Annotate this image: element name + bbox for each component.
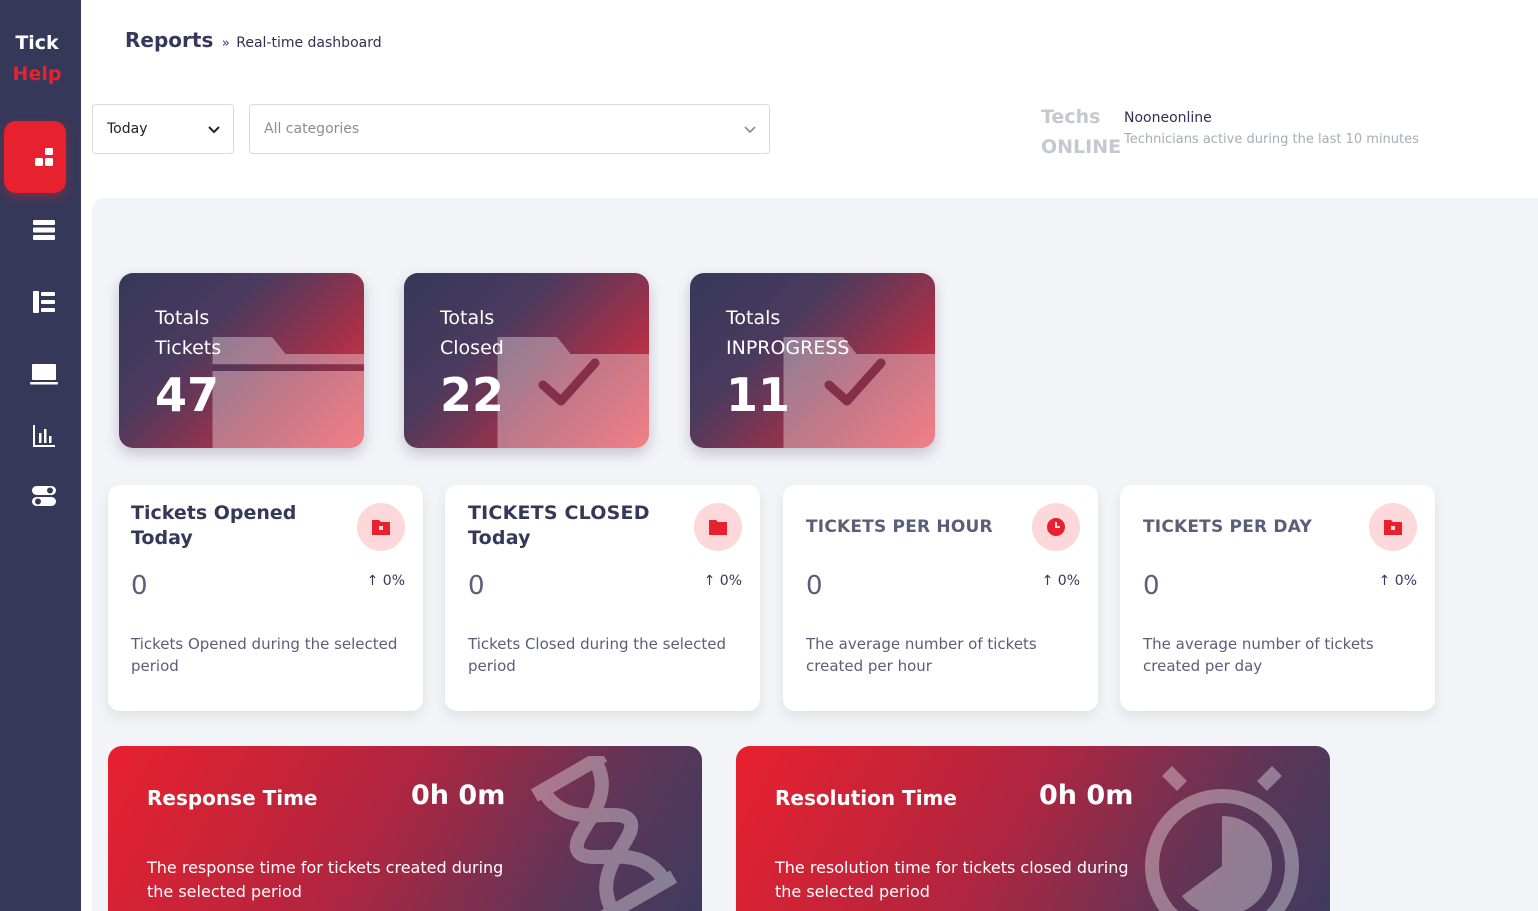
stat-change-value: 0%: [1057, 573, 1080, 589]
chevron-down-icon: [208, 126, 220, 134]
time-label: Response Time: [147, 786, 318, 810]
bar-chart-icon: [33, 425, 55, 447]
time-label: Resolution Time: [775, 786, 957, 810]
hourglass-icon: [530, 756, 678, 911]
stat-change: ↑ 0%: [703, 573, 742, 589]
breadcrumb: Reports » Real-time dashboard: [125, 28, 382, 52]
totals-label-line1: Totals: [440, 307, 495, 329]
stat-value: 0: [468, 571, 485, 601]
stat-card-per-hour[interactable]: TICKETS PER HOUR 0 ↑ 0% The average numb…: [783, 485, 1098, 711]
totals-inprogress-card[interactable]: Totals INPROGRESS 11: [690, 273, 935, 448]
techs-title-line1: Techs: [1041, 106, 1101, 128]
stat-change: ↑ 0%: [1378, 573, 1417, 589]
stopwatch-icon: [1145, 766, 1299, 911]
sidebar-item-devices[interactable]: [28, 358, 60, 390]
totals-label-line1: Totals: [726, 307, 781, 329]
logo-help: Help: [12, 63, 62, 85]
sidebar-item-settings[interactable]: [28, 480, 60, 512]
period-select[interactable]: Today: [92, 104, 234, 154]
dashboard-icon: [32, 145, 56, 173]
stat-title: Tickets Opened Today: [131, 502, 297, 549]
stat-value: 0: [1143, 571, 1160, 601]
totals-closed-card[interactable]: Totals Closed 22: [404, 273, 649, 448]
checkmark-icon: [538, 358, 600, 406]
techs-status: Nooneonline: [1124, 110, 1212, 126]
stat-description: Tickets Opened during the selected perio…: [131, 635, 398, 675]
stat-change-value: 0%: [1394, 573, 1417, 589]
time-value: 0h 0m: [1039, 780, 1134, 811]
stat-change-value: 0%: [382, 573, 405, 589]
app-logo[interactable]: Tick Help: [0, 28, 74, 90]
folder-icon: [212, 337, 364, 448]
folder-icon: [357, 503, 405, 551]
stat-card-per-day[interactable]: TICKETS PER DAY 0 ↑ 0% The average numbe…: [1120, 485, 1435, 711]
stat-title: TICKETS PER DAY: [1143, 517, 1312, 537]
breadcrumb-separator: »: [221, 36, 230, 51]
totals-value: 22: [440, 368, 505, 422]
stat-title: TICKETS CLOSED Today: [468, 502, 650, 549]
stat-value: 0: [806, 571, 823, 601]
time-description: The response time for tickets created du…: [147, 858, 504, 901]
stat-change: ↑ 0%: [366, 573, 405, 589]
totals-label-line1: Totals: [155, 307, 210, 329]
logo-tick: Tick: [15, 32, 59, 54]
sidebar-item-tickets[interactable]: [28, 214, 60, 246]
period-select-value: Today: [107, 121, 148, 137]
stat-card-opened-today[interactable]: Tickets Opened Today 0 ↑ 0% Tickets Open…: [108, 485, 423, 711]
laptop-icon: [30, 364, 58, 385]
stat-change-value: 0%: [719, 573, 742, 589]
totals-tickets-card[interactable]: Totals Tickets 47: [119, 273, 364, 448]
resolution-time-card[interactable]: Resolution Time 0h 0m The resolution tim…: [736, 746, 1330, 911]
response-time-card[interactable]: Response Time 0h 0m The response time fo…: [108, 746, 702, 911]
techs-online-title: Techs ONLINE: [1041, 102, 1121, 162]
techs-description: Technicians active during the last 10 mi…: [1124, 132, 1419, 147]
totals-value: 11: [726, 368, 791, 422]
stat-value: 0: [131, 571, 148, 601]
folder-icon: [1369, 503, 1417, 551]
category-select[interactable]: All categories: [249, 104, 770, 154]
totals-label-line2: Tickets: [155, 337, 222, 359]
stack-icon: [33, 220, 55, 240]
stat-change: ↑ 0%: [1041, 573, 1080, 589]
techs-online-info: Nooneonline Technicians active during th…: [1124, 110, 1419, 147]
sidebar-item-list[interactable]: [28, 286, 60, 318]
stat-card-closed-today[interactable]: TICKETS CLOSED Today 0 ↑ 0% Tickets Clos…: [445, 485, 760, 711]
checkmark-icon: [824, 358, 886, 406]
time-description: The resolution time for tickets closed d…: [775, 858, 1129, 901]
list-icon: [33, 291, 55, 313]
techs-title-line2: ONLINE: [1041, 136, 1122, 158]
stat-description: Tickets Closed during the selected perio…: [468, 635, 726, 675]
totals-value: 47: [155, 368, 220, 422]
totals-label-line2: Closed: [440, 337, 504, 359]
clock-icon: [1032, 503, 1080, 551]
toggle-icon: [32, 486, 56, 506]
sidebar-item-dashboard[interactable]: [4, 121, 66, 193]
category-select-placeholder: All categories: [264, 121, 360, 137]
time-value: 0h 0m: [411, 780, 506, 811]
stat-title: TICKETS PER HOUR: [806, 517, 993, 537]
breadcrumb-current: Real-time dashboard: [236, 35, 382, 51]
breadcrumb-reports[interactable]: Reports: [125, 28, 213, 52]
stat-description: The average number of tickets created pe…: [1143, 635, 1374, 675]
chevron-down-icon: [744, 126, 756, 134]
stat-description: The average number of tickets created pe…: [806, 635, 1037, 675]
sidebar: Tick Help: [0, 0, 81, 911]
folder-closed-icon: [694, 503, 742, 551]
sidebar-item-reports[interactable]: [28, 420, 60, 452]
